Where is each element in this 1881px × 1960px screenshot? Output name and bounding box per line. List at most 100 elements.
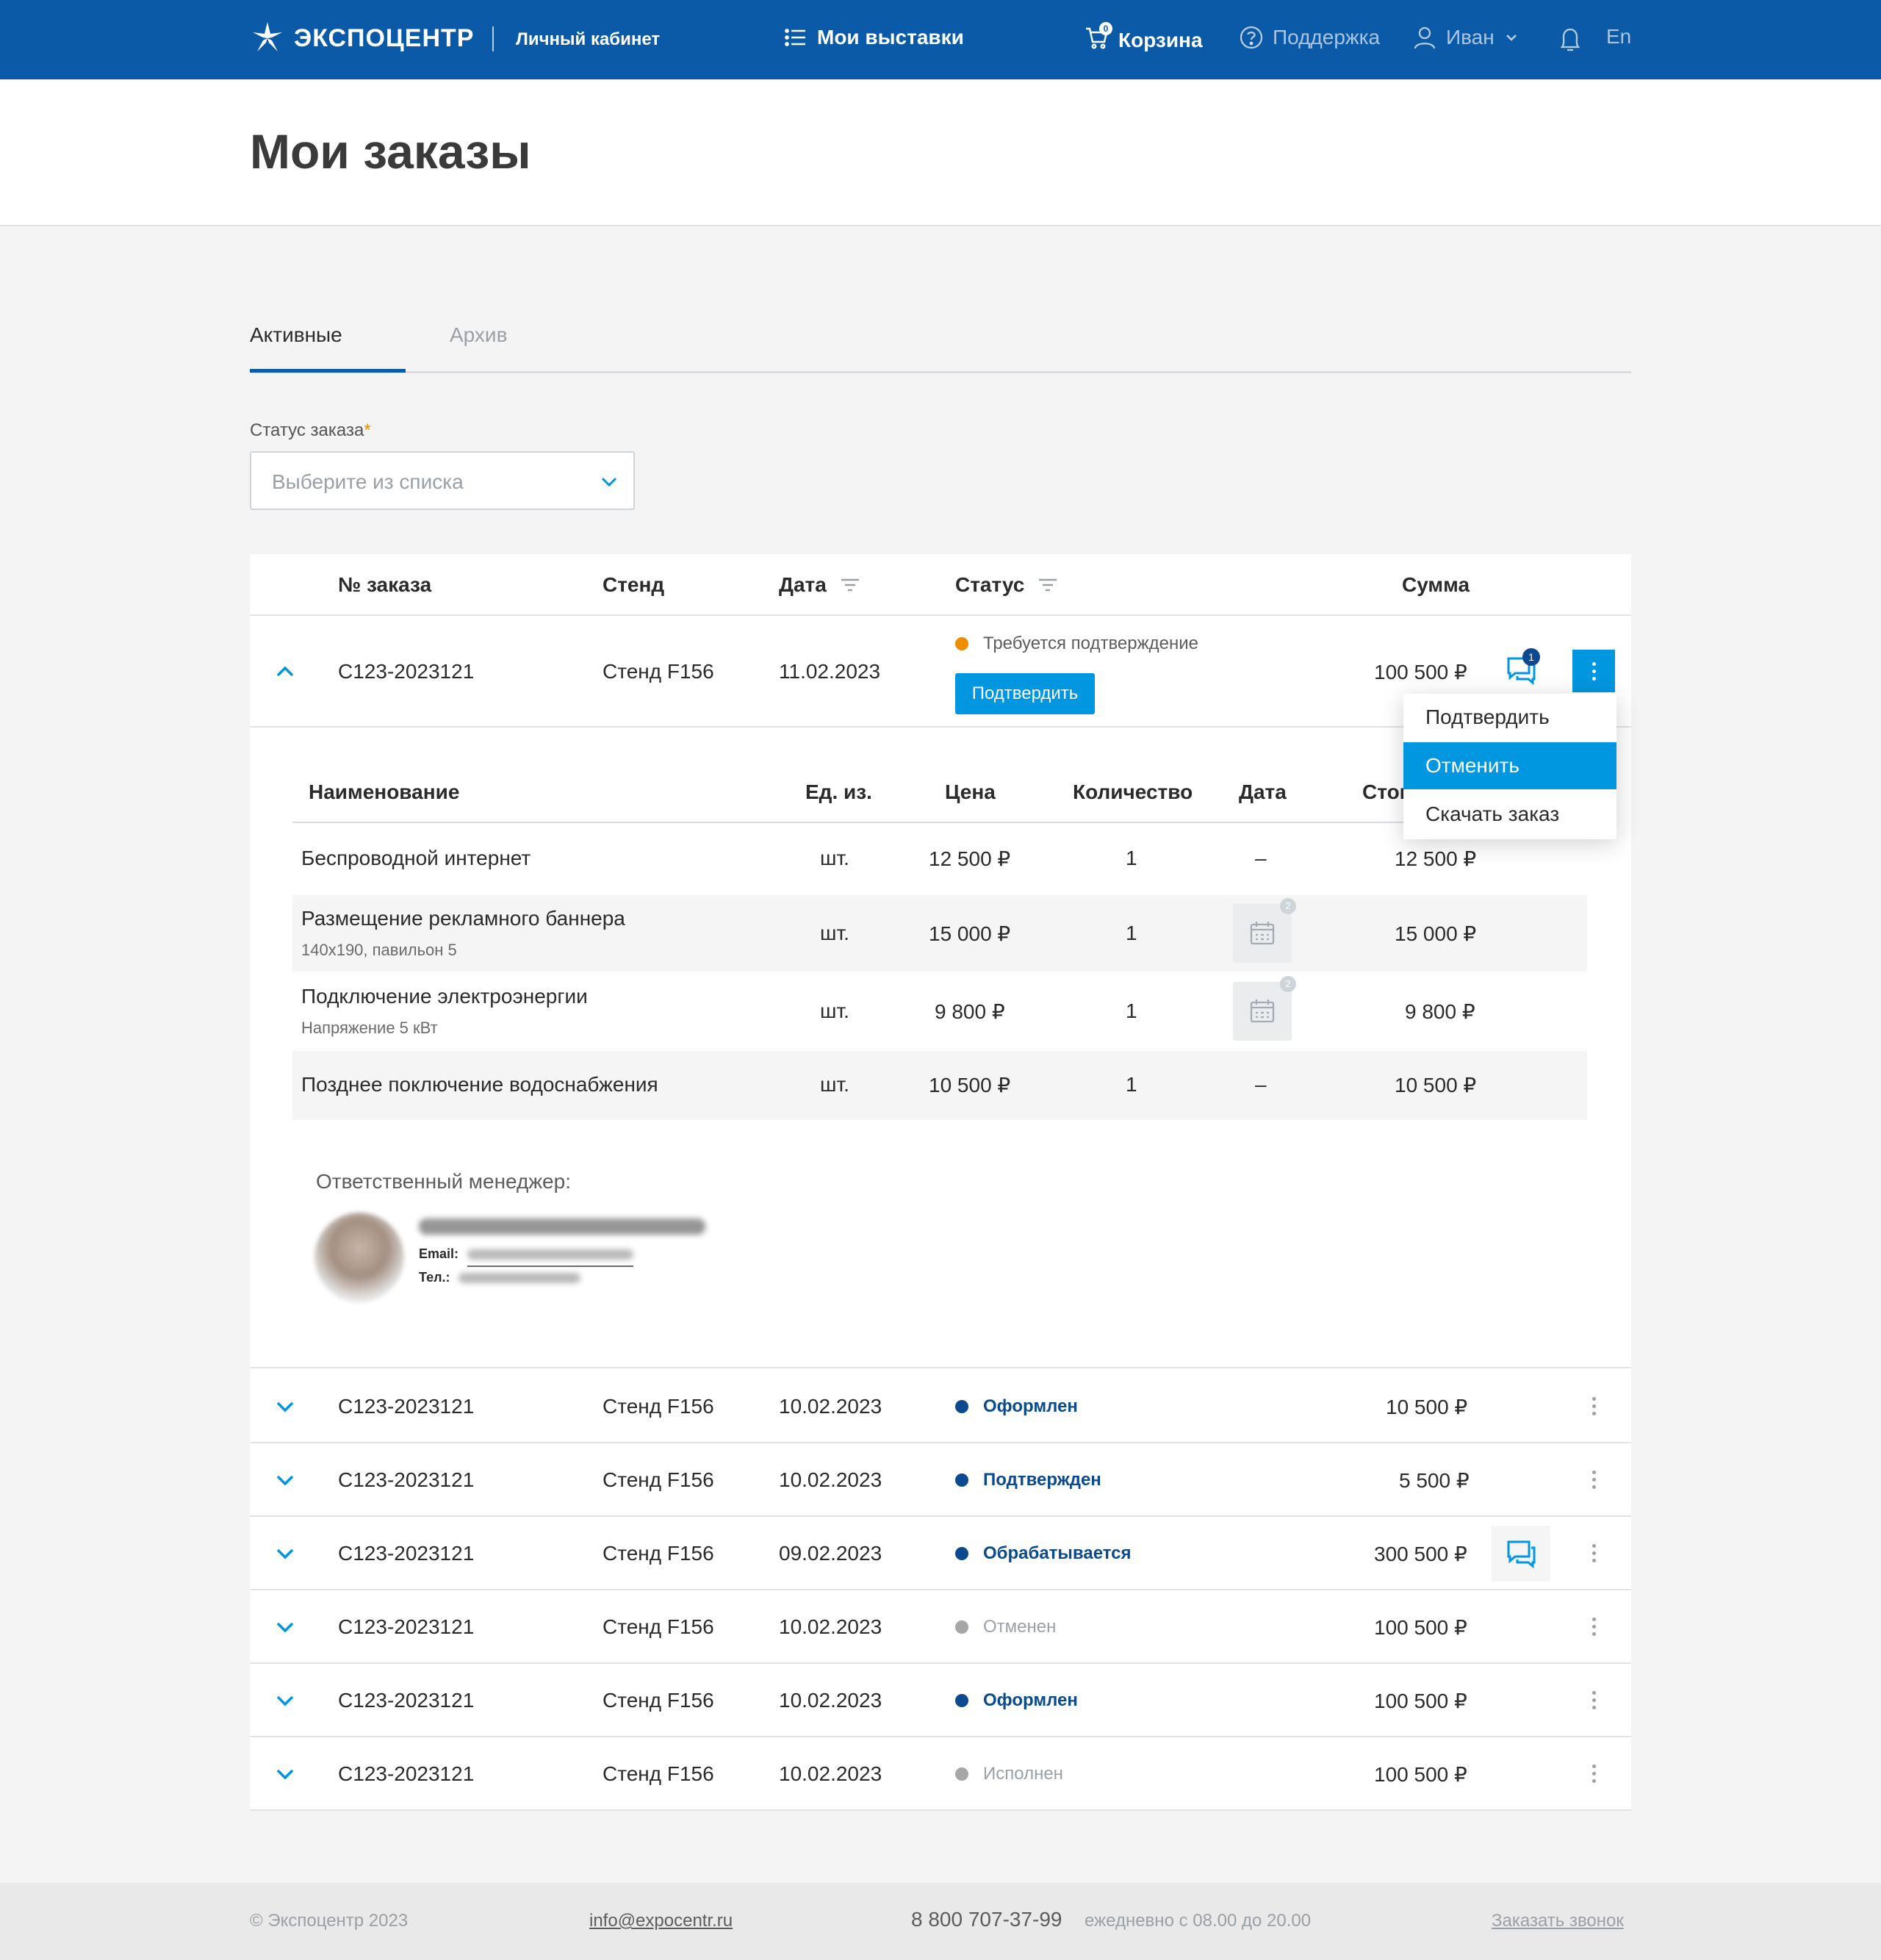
order-actions-button[interactable] <box>1572 1458 1615 1501</box>
order-stand: Стенд F156 <box>603 660 714 683</box>
order-stand: Стенд F156 <box>603 1395 714 1418</box>
order-stand: Стенд F156 <box>603 1615 714 1638</box>
nav-my-exhibitions[interactable]: Мои выставки <box>783 25 964 50</box>
item-qty: 1 <box>1126 922 1137 944</box>
confirm-order-button[interactable]: Подтвердить <box>955 673 1095 714</box>
item-price: 9 800 ₽ <box>935 1000 1005 1023</box>
user-menu[interactable]: Иван <box>1412 25 1519 50</box>
details-header-price: Цена <box>945 780 996 803</box>
user-icon <box>1414 26 1436 49</box>
bell-icon[interactable] <box>1558 26 1583 53</box>
nav-cart-label: Корзина <box>1118 28 1203 51</box>
chevron-down-icon[interactable] <box>272 1614 298 1640</box>
status-label: Отменен <box>983 1617 1057 1637</box>
header-divider <box>492 26 494 51</box>
more-vertical-icon <box>1592 661 1596 681</box>
menu-item-confirm[interactable]: Подтвердить <box>1403 694 1616 741</box>
order-status: Требуется подтверждение <box>955 633 1198 654</box>
order-sum: 100 500 ₽ <box>1374 1616 1467 1639</box>
status-label: Обрабатывается <box>983 1543 1132 1563</box>
chevron-up-icon[interactable] <box>272 658 298 685</box>
header-status[interactable]: Статус <box>955 573 1058 597</box>
user-name: Иван <box>1446 26 1495 49</box>
required-mark: * <box>364 420 371 440</box>
chat-icon <box>1507 1540 1536 1569</box>
date-calendar-button[interactable]: 2 <box>1233 898 1296 963</box>
order-actions-button[interactable] <box>1572 1752 1615 1795</box>
order-status: Подтвержден <box>955 1470 1101 1490</box>
chevron-down-icon[interactable] <box>272 1467 298 1493</box>
table-row[interactable]: С123-2023121 Стенд F156 10.02.2023 Испол… <box>250 1737 1631 1811</box>
details-header-unit: Ед. из. <box>805 780 872 803</box>
order-date: 10.02.2023 <box>779 1762 882 1785</box>
status-filter-select[interactable]: Выберите из списка <box>250 451 635 510</box>
brand-name: ЭКСПОЦЕНТР <box>294 24 475 52</box>
item-unit: шт. <box>820 1073 849 1096</box>
order-sum: 100 500 ₽ <box>1374 661 1467 683</box>
page-title: Мои заказы <box>250 124 531 179</box>
table-row[interactable]: С123-2023121 Стенд F156 10.02.2023 Подтв… <box>250 1443 1631 1517</box>
status-label: Оформлен <box>983 1396 1078 1416</box>
question-circle-icon <box>1240 26 1263 49</box>
manager-phone-blurred <box>458 1273 580 1283</box>
header-order-number: № заказа <box>338 573 431 597</box>
order-status: Оформлен <box>955 1690 1078 1711</box>
footer-email-link[interactable]: info@expocentr.ru <box>589 1911 733 1931</box>
menu-item-cancel[interactable]: Отменить <box>1403 742 1616 789</box>
order-sum: 100 500 ₽ <box>1374 1763 1467 1786</box>
menu-item-download[interactable]: Скачать заказ <box>1403 791 1616 838</box>
tab-archive[interactable]: Архив <box>450 323 507 347</box>
table-row[interactable]: С123-2023121 Стенд F156 09.02.2023 Обраб… <box>250 1517 1631 1590</box>
status-dot <box>955 1547 968 1560</box>
header-date[interactable]: Дата <box>779 573 860 597</box>
order-date: 10.02.2023 <box>779 1395 882 1418</box>
sort-filter-icon[interactable] <box>1037 578 1058 592</box>
chat-button[interactable] <box>1492 1526 1550 1582</box>
order-number: С123-2023121 <box>338 1689 475 1712</box>
language-switch[interactable]: En <box>1606 25 1631 49</box>
footer-callback-link[interactable]: Заказать звонок <box>1492 1911 1624 1931</box>
date-calendar-button[interactable]: 2 <box>1233 976 1296 1041</box>
calendar-icon <box>1250 999 1275 1023</box>
calendar-icon <box>1250 922 1275 945</box>
expocentr-logo-icon <box>253 22 282 51</box>
footer-phone[interactable]: 8 800 707-37-99 <box>911 1908 1062 1931</box>
chat-unread-badge: 1 <box>1522 648 1540 666</box>
brand-logo[interactable]: ЭКСПОЦЕНТР <box>250 21 474 56</box>
item-name: Подключение электроэнергии <box>301 985 588 1008</box>
chevron-down-icon[interactable] <box>272 1540 298 1567</box>
chevron-down-icon[interactable] <box>272 1761 298 1787</box>
order-sum: 5 500 ₽ <box>1399 1469 1470 1492</box>
nav-cart[interactable]: 0 Корзина <box>1085 22 1203 55</box>
chevron-down-icon[interactable] <box>272 1393 298 1420</box>
order-actions-button[interactable] <box>1572 1385 1615 1427</box>
cart-icon-wrap: 0 <box>1085 22 1112 55</box>
nav-support-label: Поддержка <box>1273 26 1381 49</box>
order-status: Обрабатывается <box>955 1543 1132 1564</box>
table-row[interactable]: С123-2023121 Стенд F156 10.02.2023 Оформ… <box>250 1370 1631 1443</box>
order-sum: 10 500 ₽ <box>1386 1396 1468 1418</box>
more-vertical-icon <box>1592 1543 1596 1562</box>
sort-filter-icon[interactable] <box>840 578 860 592</box>
manager-avatar <box>314 1213 404 1302</box>
chevron-down-icon <box>601 477 617 487</box>
details-header-date: Дата <box>1239 780 1287 803</box>
status-dot <box>955 1400 968 1413</box>
header-sum: Сумма <box>1402 573 1470 597</box>
order-number: С123-2023121 <box>338 1468 475 1491</box>
item-date: – <box>1255 847 1267 869</box>
order-actions-button[interactable] <box>1572 1605 1615 1648</box>
order-number: С123-2023121 <box>338 660 475 683</box>
nav-support[interactable]: Поддержка <box>1239 25 1380 50</box>
item-unit: шт. <box>820 847 849 869</box>
more-vertical-icon <box>1592 1396 1596 1415</box>
chevron-down-icon[interactable] <box>272 1687 298 1714</box>
manager-email-blurred[interactable] <box>467 1249 633 1260</box>
tab-active[interactable]: Активные <box>250 323 342 347</box>
order-actions-button[interactable] <box>1572 1532 1615 1574</box>
item-unit: шт. <box>820 999 849 1022</box>
order-actions-button[interactable] <box>1572 650 1615 692</box>
table-row[interactable]: С123-2023121 Стенд F156 10.02.2023 Оформ… <box>250 1664 1631 1737</box>
table-row[interactable]: С123-2023121 Стенд F156 10.02.2023 Отмен… <box>250 1590 1631 1664</box>
order-actions-button[interactable] <box>1572 1679 1615 1721</box>
